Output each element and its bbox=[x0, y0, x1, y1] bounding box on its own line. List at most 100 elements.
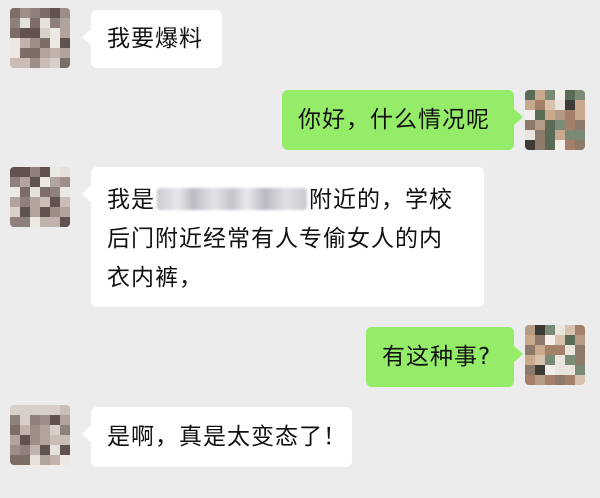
avatar-pixel bbox=[525, 100, 535, 110]
avatar-pixel bbox=[30, 207, 40, 217]
avatar-pixel bbox=[60, 8, 70, 18]
avatar-pixel bbox=[565, 100, 575, 110]
avatar-pixel bbox=[20, 48, 30, 58]
avatar-pixel bbox=[10, 28, 20, 38]
contact-avatar[interactable] bbox=[10, 8, 70, 68]
avatar-pixel bbox=[40, 177, 50, 187]
avatar-pixel bbox=[60, 435, 70, 445]
avatar-pixel bbox=[10, 415, 20, 425]
avatar-pixel bbox=[20, 445, 30, 455]
avatar-pixel bbox=[10, 167, 20, 177]
self-avatar[interactable] bbox=[525, 325, 585, 385]
self-avatar[interactable] bbox=[525, 90, 585, 150]
avatar-pixel bbox=[575, 130, 585, 140]
avatar-pixel bbox=[40, 38, 50, 48]
contact-avatar[interactable] bbox=[10, 167, 70, 227]
avatar-pixel bbox=[30, 187, 40, 197]
avatar-pixel bbox=[60, 425, 70, 435]
avatar-pixel bbox=[30, 455, 40, 465]
avatar-pixel bbox=[40, 48, 50, 58]
contact-avatar[interactable] bbox=[10, 405, 70, 465]
avatar-pixel bbox=[535, 335, 545, 345]
avatar-pixel bbox=[30, 18, 40, 28]
avatar-pixel bbox=[535, 140, 545, 150]
avatar-pixel bbox=[565, 355, 575, 365]
avatar-pixel bbox=[10, 455, 20, 465]
avatar-pixel bbox=[30, 167, 40, 177]
avatar-pixel bbox=[525, 325, 535, 335]
avatar-pixel bbox=[60, 405, 70, 415]
message-text: 有这种事? bbox=[382, 344, 492, 370]
avatar-pixel bbox=[30, 425, 40, 435]
avatar-pixel bbox=[535, 130, 545, 140]
avatar-pixel bbox=[555, 345, 565, 355]
avatar-pixel bbox=[525, 120, 535, 130]
avatar-pixel bbox=[10, 217, 20, 227]
avatar-pixel bbox=[535, 375, 545, 385]
avatar-pixel bbox=[20, 207, 30, 217]
avatar-pixel bbox=[40, 445, 50, 455]
avatar-pixel bbox=[20, 187, 30, 197]
avatar-pixel bbox=[555, 100, 565, 110]
avatar-pixel bbox=[555, 110, 565, 120]
avatar-pixel bbox=[40, 435, 50, 445]
avatar-pixel bbox=[10, 187, 20, 197]
avatar-pixel bbox=[545, 130, 555, 140]
avatar-pixel bbox=[565, 325, 575, 335]
avatar-pixel bbox=[40, 405, 50, 415]
avatar-pixel bbox=[20, 425, 30, 435]
avatar-pixel bbox=[545, 335, 555, 345]
avatar-pixel bbox=[20, 38, 30, 48]
avatar-pixel bbox=[40, 58, 50, 68]
avatar-pixel bbox=[60, 167, 70, 177]
avatar-pixel bbox=[50, 167, 60, 177]
avatar-pixel bbox=[525, 90, 535, 100]
message-text: 我要爆料 bbox=[107, 26, 203, 52]
avatar-pixel bbox=[60, 217, 70, 227]
avatar-pixel bbox=[10, 18, 20, 28]
outgoing-message-bubble[interactable]: 有这种事? bbox=[366, 327, 523, 387]
avatar-pixel bbox=[20, 58, 30, 68]
incoming-message-bubble[interactable]: 是啊，真是太变态了！ bbox=[82, 407, 352, 467]
avatar-pixel bbox=[565, 345, 575, 355]
avatar-pixel bbox=[525, 355, 535, 365]
avatar-pixel bbox=[40, 167, 50, 177]
message-text: 是啊，真是太变态了！ bbox=[107, 424, 347, 450]
avatar-pixel bbox=[60, 455, 70, 465]
incoming-message-bubble[interactable]: 我要爆料 bbox=[82, 10, 222, 68]
avatar-pixel bbox=[30, 8, 40, 18]
message-line: 后门附近经常有人专偷女人的内 bbox=[107, 220, 484, 259]
avatar-pixel bbox=[30, 38, 40, 48]
avatar-pixel bbox=[565, 110, 575, 120]
avatar-pixel bbox=[20, 18, 30, 28]
avatar-pixel bbox=[525, 375, 535, 385]
outgoing-message-bubble[interactable]: 你好，什么情况呢 bbox=[282, 90, 523, 150]
avatar-pixel bbox=[10, 58, 20, 68]
avatar-pixel bbox=[575, 325, 585, 335]
avatar-pixel bbox=[565, 140, 575, 150]
avatar-pixel bbox=[10, 207, 20, 217]
avatar-pixel bbox=[545, 375, 555, 385]
avatar-pixel bbox=[50, 217, 60, 227]
avatar-pixel bbox=[525, 345, 535, 355]
avatar-pixel bbox=[535, 365, 545, 375]
avatar-pixel bbox=[30, 177, 40, 187]
avatar-pixel bbox=[50, 435, 60, 445]
avatar-pixel bbox=[30, 445, 40, 455]
avatar-pixel bbox=[50, 18, 60, 28]
avatar-pixel bbox=[20, 167, 30, 177]
avatar-pixel bbox=[525, 140, 535, 150]
avatar-pixel bbox=[575, 100, 585, 110]
avatar-pixel bbox=[50, 445, 60, 455]
incoming-message-bubble[interactable]: 我是████████附近的，学校 后门附近经常有人专偷女人的内 衣内裤， bbox=[82, 167, 484, 307]
avatar-pixel bbox=[50, 58, 60, 68]
avatar-pixel bbox=[565, 90, 575, 100]
avatar-pixel bbox=[40, 415, 50, 425]
avatar-pixel bbox=[545, 110, 555, 120]
avatar-pixel bbox=[535, 90, 545, 100]
avatar-pixel bbox=[20, 217, 30, 227]
avatar-pixel bbox=[60, 48, 70, 58]
avatar-pixel bbox=[50, 38, 60, 48]
avatar-pixel bbox=[565, 335, 575, 345]
avatar-pixel bbox=[545, 345, 555, 355]
